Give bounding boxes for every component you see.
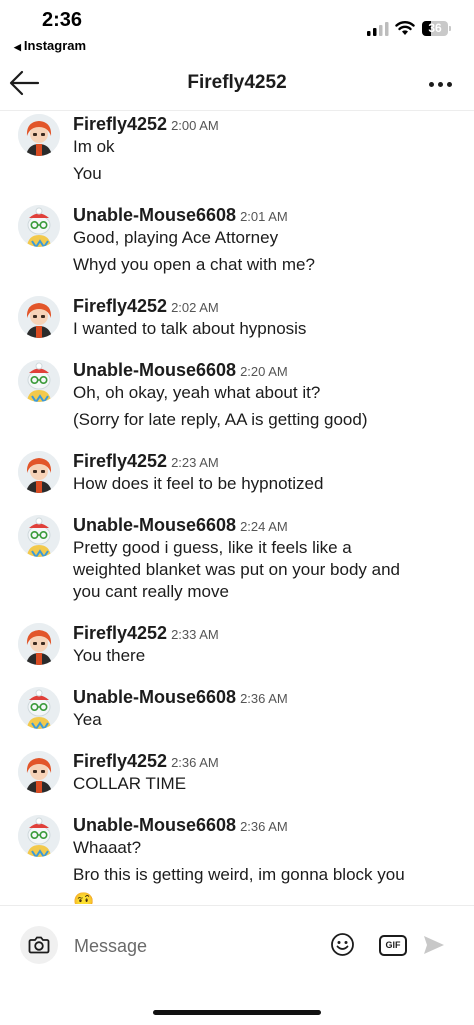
sender-name[interactable]: Firefly4252 [73, 296, 167, 316]
message-meta: Unable-Mouse6608 2:36 AM [73, 687, 288, 708]
battery-level: 36 [428, 21, 442, 35]
message-meta: Unable-Mouse6608 2:36 AM [73, 815, 288, 836]
message-timestamp: 2:33 AM [171, 627, 219, 642]
avatar[interactable] [18, 114, 60, 156]
message-text[interactable]: you cant really move [73, 581, 453, 603]
avatar[interactable] [18, 687, 60, 729]
sender-name[interactable]: Unable-Mouse6608 [73, 360, 236, 380]
back-to-app-link[interactable]: ◀ Instagram [14, 38, 86, 53]
more-options-icon[interactable] [426, 74, 456, 94]
avatar[interactable] [18, 623, 60, 665]
message-meta: Firefly4252 2:33 AM [73, 623, 219, 644]
message-text[interactable]: (Sorry for late reply, AA is getting goo… [73, 409, 453, 431]
message-timestamp: 2:24 AM [240, 519, 288, 534]
sender-name[interactable]: Unable-Mouse6608 [73, 687, 236, 707]
message-text[interactable]: You there [73, 645, 453, 667]
back-triangle-icon: ◀ [14, 42, 21, 52]
message-timestamp: 2:23 AM [171, 455, 219, 470]
message-text[interactable]: You [73, 163, 453, 185]
sender-name[interactable]: Unable-Mouse6608 [73, 205, 236, 225]
message-timestamp: 2:20 AM [240, 364, 288, 379]
gif-button[interactable]: GIF [379, 935, 407, 956]
message-meta: Unable-Mouse6608 2:01 AM [73, 205, 288, 226]
avatar[interactable] [18, 360, 60, 402]
avatar[interactable] [18, 815, 60, 857]
message-timestamp: 2:01 AM [240, 209, 288, 224]
sender-name[interactable]: Firefly4252 [73, 751, 167, 771]
message-timestamp: 2:36 AM [240, 691, 288, 706]
camera-button[interactable] [20, 926, 58, 964]
message-text[interactable]: weighted blanket was put on your body an… [73, 559, 453, 581]
message-meta: Unable-Mouse6608 2:24 AM [73, 515, 288, 536]
status-bar: 2:36 ◀ Instagram 36 [0, 0, 474, 60]
status-time: 2:36 [42, 9, 83, 31]
back-app-label: Instagram [23, 38, 87, 53]
message-meta: Firefly4252 2:23 AM [73, 451, 219, 472]
avatar[interactable] [18, 515, 60, 557]
message-timestamp: 2:36 AM [240, 819, 288, 834]
sender-name[interactable]: Firefly4252 [73, 114, 167, 134]
home-indicator [153, 1010, 321, 1015]
avatar[interactable] [18, 451, 60, 493]
message-list[interactable]: Firefly4252 2:00 AM Im ok You Unable-Mouse66… [0, 111, 474, 904]
avatar[interactable] [18, 296, 60, 338]
message-text[interactable]: Oh, oh okay, yeah what about it? [73, 382, 453, 404]
message-text[interactable]: Whaaat? [73, 837, 453, 859]
wifi-icon [395, 21, 415, 35]
sender-name[interactable]: Unable-Mouse6608 [73, 515, 236, 535]
message-text[interactable]: Bro this is getting weird, im gonna bloc… [73, 864, 453, 886]
cellular-signal-icon [367, 22, 389, 36]
sender-name[interactable]: Firefly4252 [73, 623, 167, 643]
message-timestamp: 2:02 AM [171, 300, 219, 315]
message-text[interactable]: 🤨 [73, 891, 453, 904]
avatar[interactable] [18, 751, 60, 793]
message-timestamp: 2:00 AM [171, 118, 219, 133]
message-text[interactable]: Whyd you open a chat with me? [73, 254, 453, 276]
chat-title: Firefly4252 [187, 72, 287, 93]
message-text[interactable]: Im ok [73, 136, 453, 158]
sender-name[interactable]: Unable-Mouse6608 [73, 815, 236, 835]
message-text[interactable]: Good, playing Ace Attorney [73, 227, 453, 249]
message-meta: Firefly4252 2:36 AM [73, 751, 219, 772]
battery-icon: 36 [422, 21, 451, 36]
message-text[interactable]: Pretty good i guess, like it feels like … [73, 537, 453, 559]
chat-header: Firefly4252 [0, 60, 474, 111]
camera-icon [28, 936, 50, 954]
sender-name[interactable]: Firefly4252 [73, 451, 167, 471]
message-meta: Firefly4252 2:02 AM [73, 296, 219, 317]
send-icon[interactable] [422, 934, 446, 956]
emoji-icon[interactable] [330, 932, 355, 957]
message-timestamp: 2:36 AM [171, 755, 219, 770]
message-meta: Unable-Mouse6608 2:20 AM [73, 360, 288, 381]
message-input[interactable] [74, 934, 314, 958]
message-text[interactable]: How does it feel to be hypnotized [73, 473, 453, 495]
avatar[interactable] [18, 205, 60, 247]
message-text[interactable]: COLLAR TIME [73, 773, 453, 795]
message-text[interactable]: Yea [73, 709, 453, 731]
message-text[interactable]: I wanted to talk about hypnosis [73, 318, 453, 340]
message-meta: Firefly4252 2:00 AM [73, 114, 219, 135]
